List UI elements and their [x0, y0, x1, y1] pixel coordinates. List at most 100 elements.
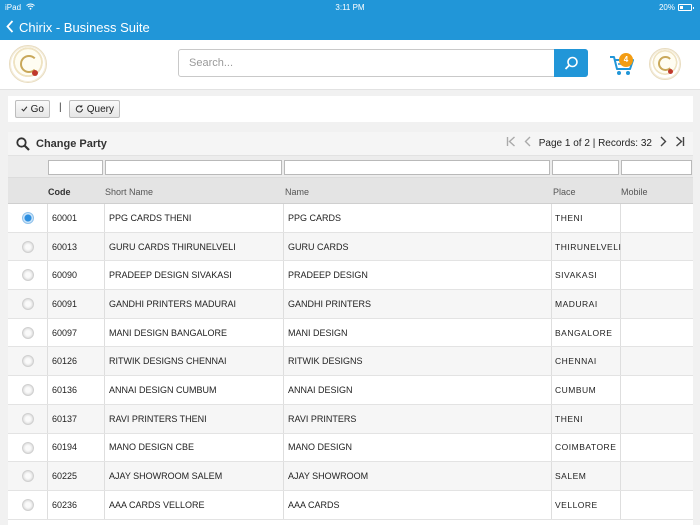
table-row[interactable]: 60225 AJAY SHOWROOM SALEM AJAY SHOWROOM SAL… — [8, 462, 693, 491]
cell-place: COIMBATORE — [555, 442, 617, 453]
table-row[interactable]: 60137 RAVI PRINTERS THENI RAVI PRINTERS THE… — [8, 404, 693, 434]
nav-bar: Chirix - Business Suite — [0, 15, 700, 40]
cell-name: AAA CARDS — [288, 499, 340, 510]
row-select-radio[interactable] — [22, 326, 34, 339]
cell-short-name: AAA CARDS VELLORE — [109, 499, 205, 510]
table-row[interactable]: 60090 PRADEEP DESIGN SIVAKASI PRADEEP DESI… — [8, 261, 693, 291]
app-header — [0, 40, 700, 90]
col-short-name-header[interactable]: Short Name — [105, 187, 153, 197]
filter-place[interactable] — [552, 160, 619, 175]
grid-rows: 60001 PPG CARDS THENI PPG CARDS THENI 60013 G… — [8, 204, 693, 520]
grid-title: Change Party — [36, 138, 107, 150]
cell-mobile — [622, 261, 692, 289]
company-logo[interactable] — [9, 45, 47, 83]
prev-page-icon[interactable] — [524, 136, 531, 150]
cell-code: 60097 — [52, 327, 78, 338]
go-label: Go — [30, 103, 44, 115]
search-input[interactable] — [179, 50, 554, 76]
search-icon — [16, 137, 30, 156]
cell-short-name: MANO DESIGN CBE — [109, 442, 195, 453]
row-select-radio[interactable] — [22, 384, 34, 397]
cell-short-name: PRADEEP DESIGN SIVAKASI — [109, 270, 232, 281]
table-row[interactable]: 60097 MANI DESIGN BANGALORE MANI DESIGN BAN… — [8, 318, 693, 348]
col-code-header[interactable]: Code — [48, 187, 71, 197]
back-button[interactable] — [6, 20, 14, 35]
table-row[interactable]: 60236 AAA CARDS VELLORE AAA CARDS VELLORE — [8, 490, 693, 520]
cell-place: VELLORE — [555, 499, 598, 510]
app-title: Chirix - Business Suite — [19, 20, 150, 35]
col-mobile-header[interactable]: Mobile — [621, 187, 648, 197]
row-select-radio[interactable] — [22, 240, 34, 253]
row-select-radio[interactable] — [22, 470, 34, 483]
cell-place: THENI — [555, 413, 583, 424]
cell-place: THENI — [555, 212, 583, 223]
cell-short-name: ANNAI DESIGN CUMBUM — [109, 384, 217, 395]
cell-short-name: GANDHI PRINTERS MADURAI — [109, 298, 237, 309]
cell-name: GURU CARDS — [288, 241, 349, 252]
cell-short-name: PPG CARDS THENI — [109, 212, 192, 223]
filter-name[interactable] — [284, 160, 550, 175]
row-select-radio[interactable] — [22, 212, 34, 224]
cell-code: 60013 — [52, 241, 78, 252]
cell-code: 60126 — [52, 356, 78, 367]
row-select-radio[interactable] — [22, 441, 34, 454]
last-page-icon[interactable] — [675, 136, 685, 150]
cell-mobile — [622, 233, 692, 261]
go-button[interactable]: Go — [15, 100, 50, 118]
cell-mobile — [622, 290, 692, 318]
cell-code: 60136 — [52, 384, 78, 395]
user-avatar[interactable] — [649, 48, 681, 80]
checkmark-icon — [21, 106, 28, 112]
cell-short-name: MANI DESIGN BANGALORE — [109, 327, 228, 338]
cell-mobile — [622, 462, 692, 490]
cell-place: BANGALORE — [555, 327, 613, 338]
filter-mobile[interactable] — [621, 160, 692, 175]
table-row[interactable]: 60136 ANNAI DESIGN CUMBUM ANNAI DESIGN CUMB… — [8, 376, 693, 405]
cell-name: RAVI PRINTERS — [288, 413, 357, 424]
cell-mobile — [622, 319, 692, 347]
col-place-header[interactable]: Place — [553, 187, 576, 197]
filter-short-name[interactable] — [105, 160, 282, 175]
cell-mobile — [622, 491, 692, 519]
next-page-icon[interactable] — [660, 136, 667, 150]
page-info: Page 1 of 2 | Records: 32 — [538, 137, 652, 149]
filter-code[interactable] — [48, 160, 103, 175]
cell-place: CUMBUM — [555, 384, 597, 395]
cell-code: 60091 — [52, 298, 78, 309]
cell-code: 60194 — [52, 442, 78, 453]
cell-name: MANO DESIGN — [288, 442, 353, 453]
table-row[interactable]: 60194 MANO DESIGN CBE MANO DESIGN COIMBATOR… — [8, 433, 693, 463]
cell-name: RITWIK DESIGNS — [288, 356, 363, 367]
cell-place: MADURAI — [555, 298, 598, 309]
table-row[interactable]: 60001 PPG CARDS THENI PPG CARDS THENI — [8, 204, 693, 233]
cell-place: THIRUNELVELI — [555, 241, 621, 252]
cell-name: ANNAI DESIGN — [288, 384, 353, 395]
row-select-radio[interactable] — [22, 498, 34, 511]
cell-short-name: AJAY SHOWROOM SALEM — [109, 471, 223, 482]
query-label: Query — [86, 103, 114, 115]
clock: 3:11 PM — [335, 3, 365, 12]
cell-name: GANDHI PRINTERS — [288, 298, 372, 309]
query-button[interactable]: Query — [69, 100, 120, 118]
cell-mobile — [622, 347, 692, 375]
row-select-radio[interactable] — [22, 298, 34, 311]
table-row[interactable]: 60013 GURU CARDS THIRUNELVELI GURU CARDS TH… — [8, 232, 693, 262]
chevron-left-icon — [6, 20, 14, 33]
cell-name: AJAY SHOWROOM — [288, 471, 369, 482]
toolbar-separator: | — [59, 102, 62, 113]
cell-place: CHENNAI — [555, 356, 597, 367]
table-row[interactable]: 60126 RITWIK DESIGNS CHENNAI RITWIK DESIGN… — [8, 347, 693, 377]
search-button[interactable] — [554, 49, 588, 77]
cell-code: 60090 — [52, 270, 78, 281]
row-select-radio[interactable] — [22, 412, 34, 425]
cell-place: SALEM — [555, 471, 587, 482]
col-name-header[interactable]: Name — [285, 187, 309, 197]
row-select-radio[interactable] — [22, 269, 34, 282]
cell-mobile — [622, 376, 692, 404]
table-row[interactable]: 60091 GANDHI PRINTERS MADURAI GANDHI PRINT… — [8, 290, 693, 319]
first-page-icon[interactable] — [506, 136, 516, 150]
row-select-radio[interactable] — [22, 355, 34, 368]
cell-short-name: GURU CARDS THIRUNELVELI — [109, 241, 236, 252]
cell-place: SIVAKASI — [555, 270, 598, 281]
refresh-icon — [75, 105, 83, 113]
